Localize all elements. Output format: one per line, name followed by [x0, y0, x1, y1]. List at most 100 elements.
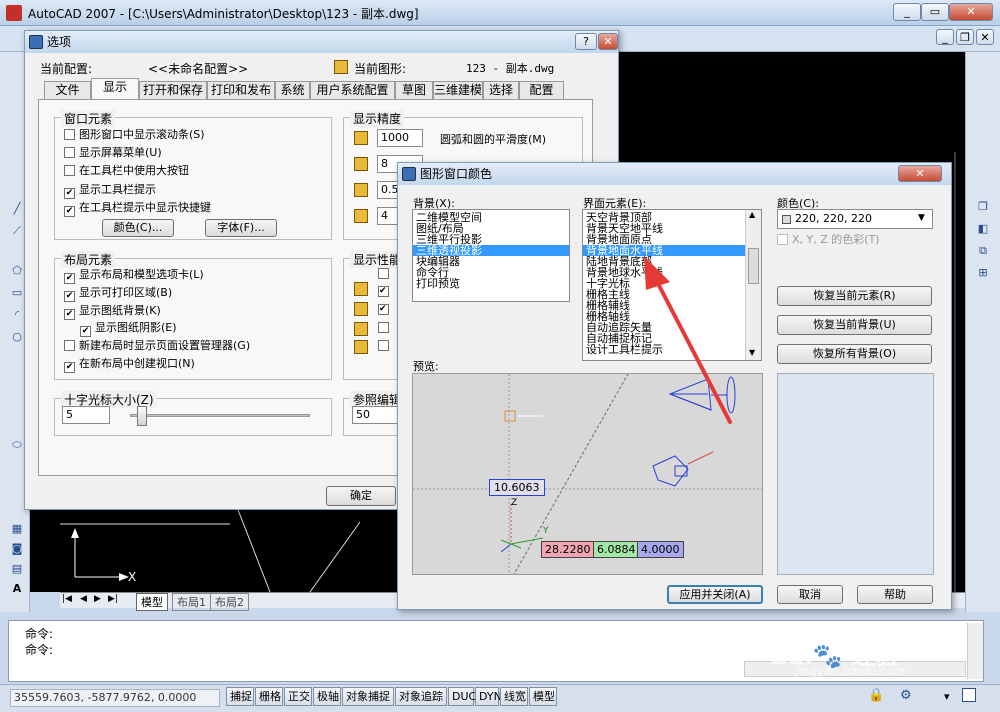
checkbox-box[interactable]: ✔	[64, 273, 75, 284]
colors-button[interactable]: 颜色(C)...	[102, 219, 174, 237]
maximize-button[interactable]: ▭	[921, 3, 949, 21]
tray-settings-icon[interactable]: ⚙	[900, 688, 912, 703]
mirror-tool-icon[interactable]: ◧	[976, 222, 990, 236]
perf-check-5[interactable]	[378, 340, 389, 351]
tab-model[interactable]: 模型	[136, 593, 168, 611]
checkbox-box[interactable]	[64, 129, 75, 140]
status-toggle[interactable]: 对象追踪	[395, 687, 447, 706]
tab-layout2[interactable]: 布局2	[210, 593, 249, 611]
option-checkbox[interactable]: 显示屏幕菜单(U)	[64, 146, 162, 160]
perf-check-3[interactable]: ✔	[378, 304, 389, 315]
restore-context-button[interactable]: 恢复当前背景(U)	[777, 315, 932, 335]
array-tool-icon[interactable]: ⊞	[976, 266, 990, 280]
checkbox-box[interactable]	[64, 340, 75, 352]
options-help-button[interactable]: ?	[575, 33, 597, 50]
option-checkbox[interactable]: 图形窗口中显示滚动条(S)	[64, 128, 205, 142]
option-checkbox[interactable]: ✔ 显示布局和模型选项卡(L)	[64, 268, 204, 284]
fonts-button[interactable]: 字体(F)...	[205, 219, 277, 237]
status-toggle[interactable]: 线宽	[500, 687, 528, 706]
status-toggle[interactable]: DUCS	[448, 687, 483, 706]
dropdown-arrow-icon[interactable]: ▼	[918, 213, 925, 223]
perf-check-4[interactable]	[378, 322, 389, 333]
hatch-tool-icon[interactable]: ▦	[10, 522, 24, 536]
precision-input[interactable]: 1000	[377, 129, 423, 147]
color-dialog-close-button[interactable]: ✕	[898, 165, 942, 182]
command-scrollbar[interactable]	[967, 623, 983, 679]
status-toggle[interactable]: DYN	[475, 687, 502, 706]
cancel-button[interactable]: 取消	[777, 585, 843, 604]
scroll-thumb[interactable]	[748, 248, 759, 284]
polygon-tool-icon[interactable]: ⬠	[10, 264, 24, 278]
status-toggle[interactable]: 极轴	[313, 687, 341, 706]
copy-tool-icon[interactable]: ❐	[976, 200, 990, 214]
tab-9[interactable]: 配置	[519, 81, 564, 99]
tab-nav-last-icon[interactable]: ▶|	[108, 594, 118, 604]
status-toggle[interactable]: 模型	[529, 687, 557, 706]
close-button[interactable]: ✕	[949, 3, 993, 21]
checkbox-box[interactable]: ✔	[64, 290, 75, 302]
tab-layout1[interactable]: 布局1	[172, 593, 211, 611]
option-checkbox[interactable]: ✔ 在新布局中创建视口(N)	[64, 357, 195, 373]
status-toggle[interactable]: 栅格	[255, 687, 283, 706]
tab-5[interactable]: 用户系统配置	[310, 81, 395, 99]
option-checkbox[interactable]: 在工具栏中使用大按钮	[64, 164, 189, 178]
tab-3[interactable]: 打印和发布	[207, 81, 275, 99]
tab-6[interactable]: 草图	[395, 81, 433, 99]
option-checkbox[interactable]: ✔ 显示图纸阴影(E)	[80, 321, 177, 338]
tab-nav-prev-icon[interactable]: ◀	[80, 594, 87, 604]
interface-list-scrollbar[interactable]: ▲ ▼	[745, 210, 761, 360]
checkbox-box[interactable]: ✔	[64, 187, 75, 199]
clean-screen-icon[interactable]	[962, 688, 976, 702]
gradient-tool-icon[interactable]: ◙	[10, 542, 24, 556]
tab-2[interactable]: 打开和保存	[139, 81, 207, 99]
status-toggle[interactable]: 正交	[284, 687, 312, 706]
arc-tool-icon[interactable]: ◜	[10, 308, 24, 322]
crosshair-size-input[interactable]: 5	[62, 406, 110, 424]
apply-close-button[interactable]: 应用并关闭(A)	[667, 585, 763, 604]
color-dropdown[interactable]: 220, 220, 220 ▼	[777, 209, 933, 229]
checkbox-box[interactable]: ✔	[80, 326, 91, 338]
tab-0[interactable]: 文件	[44, 81, 91, 99]
status-toggle[interactable]: 捕捉	[226, 687, 254, 706]
option-checkbox[interactable]: ✔ 在工具栏提示中显示快捷键	[64, 201, 211, 217]
tab-nav-first-icon[interactable]: |◀	[62, 594, 72, 604]
options-close-button[interactable]: ✕	[598, 33, 618, 50]
checkbox-box[interactable]	[64, 165, 75, 177]
crosshair-slider-thumb[interactable]	[137, 406, 147, 426]
rectangle-tool-icon[interactable]: ▭	[10, 286, 24, 300]
option-checkbox[interactable]: ✔ 显示图纸背景(K)	[64, 304, 161, 320]
perf-check-2[interactable]: ✔	[378, 286, 389, 297]
inner-restore-button[interactable]: ❐	[956, 29, 974, 45]
table-tool-icon[interactable]: ▤	[10, 562, 24, 576]
ellipse-tool-icon[interactable]: ⬭	[10, 438, 24, 452]
crosshair-slider-track[interactable]	[130, 414, 310, 417]
reference-fade-input[interactable]: 50	[352, 406, 400, 424]
tab-8[interactable]: 选择	[483, 81, 519, 99]
tab-nav-next-icon[interactable]: ▶	[94, 594, 101, 604]
inner-close-button[interactable]: ✕	[976, 29, 994, 45]
list-item[interactable]: 打印预览	[413, 278, 569, 289]
offset-tool-icon[interactable]: ⧉	[976, 244, 990, 258]
checkbox-box[interactable]: ✔	[64, 362, 75, 373]
context-list[interactable]: 二维模型空间 图纸/布局 三维平行投影 三维透视投影 块编辑器 命令行 打印预览	[412, 209, 570, 302]
scroll-up-icon[interactable]: ▲	[749, 210, 755, 219]
minimize-button[interactable]: _	[893, 3, 921, 21]
help-button[interactable]: 帮助	[857, 585, 933, 604]
lock-icon[interactable]: 🔒	[868, 688, 884, 703]
options-ok-button[interactable]: 确定	[326, 486, 396, 506]
inner-minimize-button[interactable]: _	[936, 29, 954, 45]
status-toggle[interactable]: 对象捕捉	[342, 687, 394, 706]
polyline-tool-icon[interactable]: ⟋	[10, 224, 24, 238]
checkbox-box[interactable]: ✔	[64, 205, 75, 217]
restore-all-button[interactable]: 恢复所有背景(O)	[777, 344, 932, 364]
option-checkbox[interactable]: ✔ 显示可打印区域(B)	[64, 286, 172, 302]
restore-element-button[interactable]: 恢复当前元素(R)	[777, 286, 932, 306]
tab-4[interactable]: 系统	[275, 81, 310, 99]
option-checkbox[interactable]: ✔ 显示工具栏提示	[64, 183, 156, 199]
perf-check-1[interactable]	[378, 268, 389, 279]
scroll-down-icon[interactable]: ▼	[749, 348, 755, 357]
xyz-tint-checkbox[interactable]: X, Y, Z 的色彩(T)	[777, 233, 880, 247]
circle-tool-icon[interactable]: ○	[10, 330, 24, 344]
tab-7[interactable]: 三维建模	[433, 81, 483, 99]
text-tool-icon[interactable]: A	[10, 582, 24, 596]
